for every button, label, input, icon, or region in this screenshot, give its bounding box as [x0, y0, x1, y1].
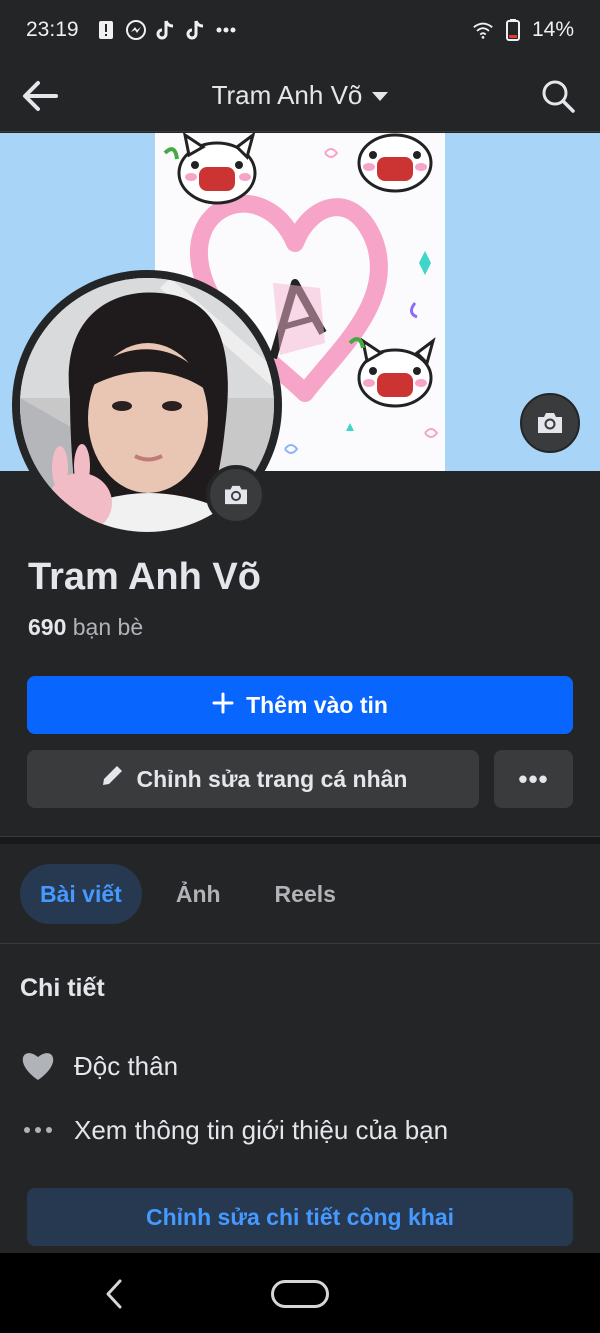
- system-home-button[interactable]: [271, 1280, 329, 1308]
- profile-name: Tram Anh Võ: [28, 556, 261, 598]
- chevron-left-icon: [106, 1279, 122, 1309]
- see-about-info[interactable]: Xem thông tin giới thiệu của bạn: [20, 1112, 448, 1148]
- arrow-left-icon: [23, 81, 58, 111]
- tiktok-icon: [185, 19, 207, 41]
- relationship-status: Độc thân: [20, 1048, 178, 1084]
- friends-count[interactable]: 690 bạn bè: [28, 614, 143, 641]
- camera-icon: [538, 413, 562, 433]
- tiktok-icon: [155, 19, 177, 41]
- tabs-divider: [0, 943, 600, 944]
- edit-profile-button[interactable]: Chỉnh sửa trang cá nhân: [27, 750, 479, 808]
- status-bar: 23:19 14%: [0, 0, 600, 60]
- details-heading: Chi tiết: [20, 974, 105, 1002]
- camera-icon: [225, 485, 247, 505]
- more-options-button[interactable]: •••: [494, 750, 573, 808]
- add-to-story-button[interactable]: Thêm vào tin: [27, 676, 573, 734]
- battery-icon: [502, 19, 524, 41]
- status-time: 23:19: [26, 18, 79, 41]
- battery-level: 14%: [531, 18, 574, 41]
- more-dots-icon: [215, 19, 237, 41]
- back-button[interactable]: [20, 78, 60, 114]
- caret-down-icon: [372, 92, 389, 101]
- search-icon: [542, 80, 575, 113]
- edit-cover-button[interactable]: [520, 393, 580, 453]
- friends-number: 690: [28, 614, 67, 640]
- section-divider: [0, 836, 600, 844]
- add-to-story-label: Thêm vào tin: [246, 691, 388, 718]
- tab-photos[interactable]: Ảnh: [156, 864, 241, 924]
- tab-reels[interactable]: Reels: [255, 864, 356, 924]
- plus-icon: [212, 690, 234, 720]
- edit-public-details-button[interactable]: Chỉnh sửa chi tiết công khai: [27, 1188, 573, 1246]
- relationship-label: Độc thân: [74, 1050, 179, 1081]
- header-title: Tram Anh Võ: [211, 80, 363, 110]
- search-button[interactable]: [540, 78, 576, 114]
- more-dots-icon: •••: [518, 763, 549, 794]
- see-about-label: Xem thông tin giới thiệu của bạn: [74, 1114, 449, 1145]
- messenger-icon: [125, 19, 147, 41]
- system-nav-bar: [0, 1253, 600, 1333]
- more-dots-icon: [20, 1112, 56, 1148]
- notification-icons: [95, 19, 237, 41]
- pencil-icon: [99, 763, 125, 795]
- edit-avatar-button[interactable]: [206, 465, 266, 525]
- alert-icon: [95, 19, 117, 41]
- system-status: 14%: [472, 18, 574, 42]
- profile-tabs: Bài viết Ảnh Reels: [20, 864, 356, 924]
- edit-profile-label: Chỉnh sửa trang cá nhân: [136, 765, 408, 792]
- wifi-icon: [472, 19, 494, 41]
- system-back-button[interactable]: [100, 1277, 130, 1311]
- profile-switcher[interactable]: Tram Anh Võ: [212, 80, 389, 111]
- friends-label: bạn bè: [72, 614, 144, 640]
- tab-posts[interactable]: Bài viết: [20, 864, 142, 924]
- heart-icon: [20, 1048, 56, 1084]
- profile-header: Tram Anh Võ: [0, 60, 600, 132]
